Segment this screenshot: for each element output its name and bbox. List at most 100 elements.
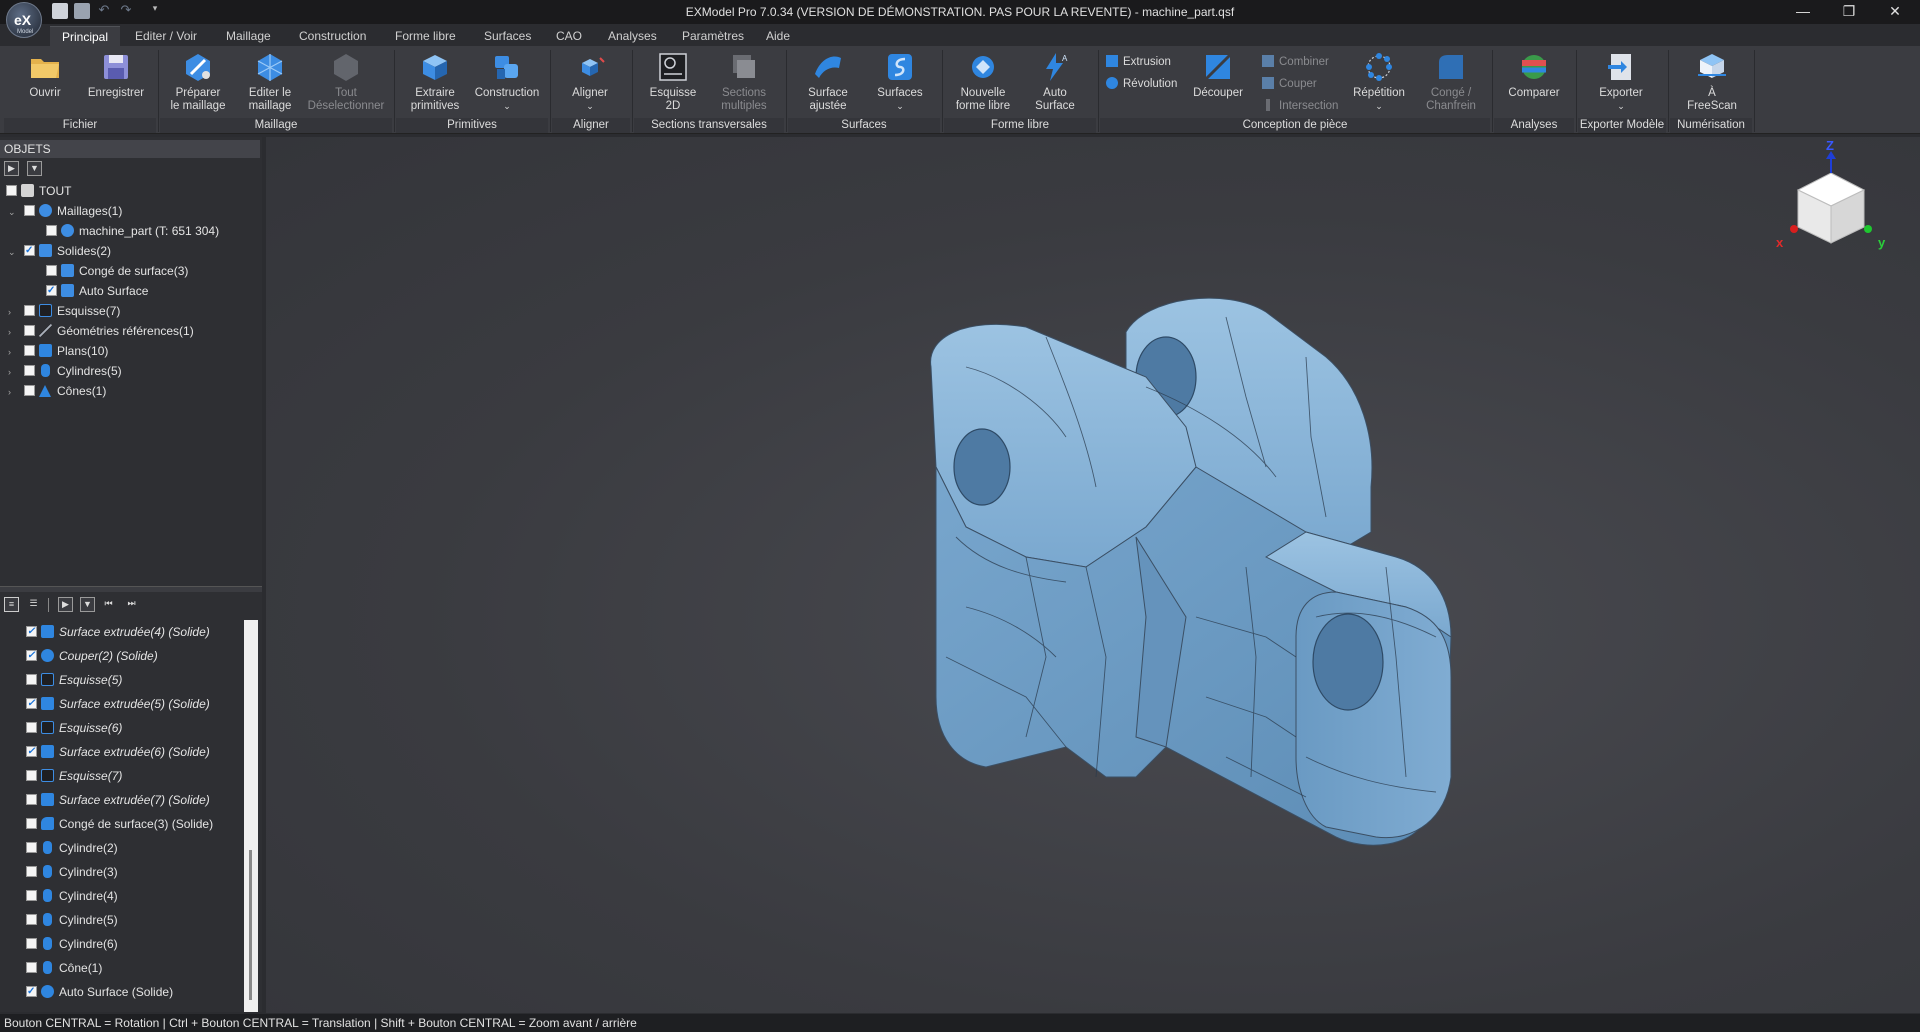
tree-checkbox[interactable] [24, 345, 35, 356]
history-checkbox[interactable] [26, 694, 37, 714]
new-freeform-button[interactable]: Nouvelle forme libre [950, 50, 1016, 113]
history-row[interactable]: Cylindre(5) [26, 910, 118, 930]
expand-icon[interactable]: › [8, 362, 18, 382]
view-cube[interactable] [1766, 143, 1896, 263]
tree-checkbox[interactable] [46, 225, 57, 236]
tree-checkbox[interactable] [6, 185, 17, 196]
tab-analyses[interactable]: Analyses [596, 26, 669, 46]
history-row[interactable]: Esquisse(6) [26, 718, 122, 738]
tab-parametres[interactable]: Paramètres [670, 26, 756, 46]
auto-surface-button[interactable]: A Auto Surface [1030, 50, 1080, 113]
history-checkbox[interactable] [26, 722, 37, 733]
close-button[interactable]: ✕ [1872, 0, 1918, 24]
repeat-button[interactable]: Répétition ⌄ [1348, 50, 1410, 113]
fillet-chamfer-button[interactable]: Congé / Chanfrein [1420, 50, 1482, 113]
export-button[interactable]: Exporter ⌄ [1588, 50, 1654, 113]
restore-button[interactable]: ❐ [1826, 0, 1872, 24]
cut-button[interactable]: Couper [1262, 76, 1317, 92]
collapse-icon[interactable]: ⌄ [8, 202, 18, 222]
open-button[interactable]: Ouvrir [22, 50, 68, 100]
tree-item-solids[interactable]: ⌄ Solides(2) [8, 241, 111, 261]
tree-item-cones[interactable]: › Cônes(1) [8, 381, 106, 401]
history-row[interactable]: Cylindre(4) [26, 886, 118, 906]
combine-button[interactable]: Combiner [1262, 54, 1329, 70]
expand-icon[interactable]: › [8, 322, 18, 342]
history-checkbox[interactable] [26, 818, 37, 829]
tree-checkbox[interactable] [24, 241, 35, 261]
tree-checkbox[interactable] [46, 265, 57, 276]
multiple-sections-button[interactable]: Sections multiples [712, 50, 776, 113]
history-row[interactable]: Auto Surface (Solide) [26, 982, 173, 1002]
tree-checkbox[interactable] [24, 365, 35, 376]
sketch-2d-button[interactable]: Esquisse 2D [642, 50, 704, 113]
tree-item-auto-surface[interactable]: Auto Surface [46, 281, 148, 301]
history-row[interactable]: Surface extrudée(5) (Solide) [26, 694, 210, 714]
history-checkbox[interactable] [26, 794, 37, 805]
tab-cao[interactable]: CAO [544, 26, 594, 46]
tab-forme-libre[interactable]: Forme libre [383, 26, 468, 46]
filter-icon[interactable]: ▼ [80, 597, 95, 612]
history-checkbox[interactable] [26, 622, 37, 642]
last-step-icon[interactable]: ⏭ [124, 597, 139, 612]
history-checkbox[interactable] [26, 890, 37, 901]
extrusion-button[interactable]: Extrusion [1106, 54, 1171, 70]
history-checkbox[interactable] [26, 938, 37, 949]
history-row[interactable]: Surface extrudée(7) (Solide) [26, 790, 210, 810]
revolution-button[interactable]: Révolution [1106, 76, 1177, 92]
history-checkbox[interactable] [26, 646, 37, 666]
history-row[interactable]: Cône(1) [26, 958, 102, 978]
tab-editer-voir[interactable]: Editer / Voir [123, 26, 209, 46]
history-row[interactable]: Surface extrudée(4) (Solide) [26, 622, 210, 642]
tree-item-machine-part[interactable]: machine_part (T: 651 304) [46, 221, 219, 241]
history-row[interactable]: Cylindre(6) [26, 934, 118, 954]
tree-checkbox[interactable] [24, 205, 35, 216]
tree-item-sketches[interactable]: › Esquisse(7) [8, 301, 120, 321]
tree-item-all[interactable]: TOUT [6, 181, 71, 201]
tree-checkbox[interactable] [24, 305, 35, 316]
list-view-icon[interactable]: ≡ [4, 597, 19, 612]
freescan-button[interactable]: À FreeScan [1680, 50, 1744, 113]
tab-surfaces[interactable]: Surfaces [472, 26, 543, 46]
edit-mesh-button[interactable]: Editer le maillage [240, 50, 300, 113]
app-logo[interactable]: eX Model [6, 2, 42, 38]
minimize-button[interactable]: — [1780, 0, 1826, 24]
expand-icon[interactable]: › [8, 302, 18, 322]
tab-aide[interactable]: Aide [754, 26, 802, 46]
history-row[interactable]: Couper(2) (Solide) [26, 646, 158, 666]
machine-part-model[interactable] [266, 137, 1920, 1013]
tree-view-icon[interactable]: ☰ [26, 597, 41, 612]
history-row[interactable]: Esquisse(7) [26, 766, 122, 786]
history-row[interactable]: Cylindre(2) [26, 838, 118, 858]
history-row[interactable]: Esquisse(5) [26, 670, 122, 690]
tree-item-references[interactable]: › Géométries références(1) [8, 321, 194, 341]
play-icon[interactable]: ▶ [58, 597, 73, 612]
history-checkbox[interactable] [26, 962, 37, 973]
history-checkbox[interactable] [26, 770, 37, 781]
save-button[interactable]: Enregistrer [84, 50, 148, 100]
history-checkbox[interactable] [26, 742, 37, 762]
fitted-surface-button[interactable]: Surface ajustée [798, 50, 858, 113]
history-checkbox[interactable] [26, 914, 37, 925]
intersection-button[interactable]: Intersection [1262, 98, 1338, 114]
expand-all-icon[interactable]: ▶ [4, 161, 19, 176]
history-checkbox[interactable] [26, 982, 37, 1002]
expand-icon[interactable]: › [8, 382, 18, 402]
history-scrollbar[interactable] [244, 620, 258, 1012]
filter-icon[interactable]: ▼ [27, 161, 42, 176]
expand-icon[interactable]: › [8, 342, 18, 362]
history-checkbox[interactable] [26, 866, 37, 877]
history-row[interactable]: Congé de surface(3) (Solide) [26, 814, 213, 834]
split-button[interactable]: Découper [1190, 50, 1246, 100]
surfaces-button[interactable]: Surfaces ⌄ [872, 50, 928, 113]
history-row[interactable]: Cylindre(3) [26, 862, 118, 882]
prepare-mesh-button[interactable]: Préparer le maillage [168, 50, 228, 113]
first-step-icon[interactable]: ⏮ [101, 597, 116, 612]
history-checkbox[interactable] [26, 674, 37, 685]
compare-button[interactable]: Comparer [1500, 50, 1568, 100]
deselect-all-button[interactable]: Tout Déselectionner [306, 50, 386, 113]
tab-maillage[interactable]: Maillage [214, 26, 283, 46]
history-row[interactable]: Surface extrudée(6) (Solide) [26, 742, 210, 762]
tree-checkbox[interactable] [24, 325, 35, 336]
history-checkbox[interactable] [26, 842, 37, 853]
collapse-icon[interactable]: ⌄ [8, 242, 18, 262]
